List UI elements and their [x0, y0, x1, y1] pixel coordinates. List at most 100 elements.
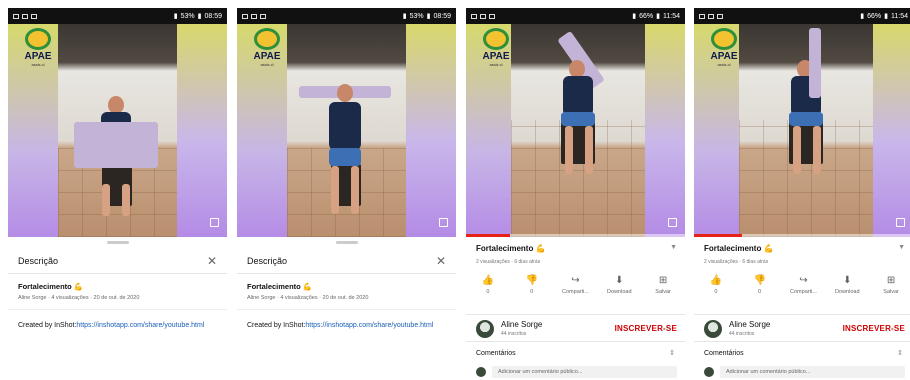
drag-handle[interactable] [106, 241, 129, 244]
towel [74, 122, 158, 168]
person [102, 184, 110, 216]
dislike-count: 0 [530, 289, 534, 295]
like-count: 0 [714, 289, 718, 295]
comment-row: Adicionar um comentário público... [476, 366, 677, 380]
add-to-playlist-icon: ⊞ [658, 275, 668, 286]
signal-icon: ▮ [632, 13, 637, 20]
download-label: Download [607, 289, 632, 295]
channel-row[interactable]: Aline Sorge 44 inscritos INSCREVER-SE [466, 314, 685, 342]
avatar [476, 367, 486, 377]
avatar[interactable] [476, 320, 494, 338]
close-icon[interactable]: ✕ [436, 254, 446, 268]
comment-input[interactable]: Adicionar um comentário público... [492, 366, 677, 378]
notification-icon [13, 13, 19, 19]
battery-icon: ▮ [656, 13, 660, 20]
video-frame [739, 24, 873, 237]
video-frame [58, 24, 177, 237]
share-label: Comparti... [790, 289, 817, 295]
apae-emblem-icon [483, 28, 509, 50]
save-button[interactable]: ⊞ Salvar [874, 275, 908, 305]
description-text: Created by InShot: [18, 322, 77, 329]
clock: 11:54 [891, 12, 908, 20]
avatar [704, 367, 714, 377]
person [585, 126, 593, 174]
download-icon: ⬇ [615, 275, 624, 286]
close-icon[interactable]: ✕ [207, 254, 217, 268]
status-bar: ▮ 66% ▮ 11:54 [694, 8, 910, 24]
subscribe-button[interactable]: INSCREVER-SE [615, 324, 677, 333]
channel-name[interactable]: Aline Sorge [501, 320, 542, 329]
video-player[interactable]: APAE assis.cl [237, 24, 456, 237]
dislike-button[interactable]: 👎 0 [515, 275, 549, 305]
dislike-button[interactable]: 👎 0 [743, 275, 777, 305]
download-icon: ⬇ [843, 275, 852, 286]
comment-input[interactable]: Adicionar um comentário público... [720, 366, 905, 378]
sort-icon[interactable]: ⇕ [897, 349, 903, 357]
video-side-gradient [873, 24, 910, 237]
signal-icon: ▮ [402, 13, 407, 20]
battery-icon: ▮ [884, 13, 888, 20]
person [351, 166, 359, 214]
like-button[interactable]: 👍 0 [471, 275, 505, 305]
person [565, 126, 573, 174]
video-meta: Aline Sorge · 4 visualizações · 20 de ou… [18, 295, 140, 301]
apae-emblem-icon [25, 28, 51, 50]
person [331, 166, 339, 214]
chevron-down-icon[interactable]: ▼ [898, 244, 905, 251]
phone-screen-4: ▮ 66% ▮ 11:54 APAE assis.cl Fortalecimento … [694, 8, 910, 380]
sheet-title: Descrição [18, 256, 59, 266]
person [122, 184, 130, 216]
channel-name[interactable]: Aline Sorge [729, 320, 770, 329]
fullscreen-icon[interactable] [439, 218, 448, 227]
battery-percent: 53% [180, 12, 195, 20]
logo-subtext: assis.cl [717, 62, 731, 67]
sort-icon[interactable]: ⇕ [669, 349, 675, 357]
phone-screen-2: ▮ 53% ▮ 08:59 APAE assis.cl Descrição ✕ For… [237, 8, 456, 380]
video-player[interactable]: APAE assis.cl [694, 24, 910, 237]
person [793, 126, 801, 174]
add-to-playlist-icon: ⊞ [886, 275, 896, 286]
video-meta: Aline Sorge · 4 visualizações · 20 de ou… [247, 295, 369, 301]
download-button[interactable]: ⬇ Download [602, 275, 636, 305]
fullscreen-icon[interactable] [896, 218, 905, 227]
channel-row[interactable]: Aline Sorge 44 inscritos INSCREVER-SE [694, 314, 910, 342]
dislike-count: 0 [758, 289, 762, 295]
whatsapp-icon [708, 13, 714, 19]
video-player[interactable]: APAE assis.cl [466, 24, 685, 237]
comments-header[interactable]: Comentários [704, 350, 744, 357]
description-text: Created by InShot: [247, 322, 306, 329]
battery-percent: 53% [409, 12, 424, 20]
signal-icon: ▮ [860, 13, 865, 20]
logo-text: APAE [710, 51, 738, 62]
description-link[interactable]: https://inshotapp.com/share/youtube.html [305, 322, 433, 329]
fullscreen-icon[interactable] [668, 218, 677, 227]
download-button[interactable]: ⬇ Download [830, 275, 864, 305]
comments-header[interactable]: Comentários [476, 350, 516, 357]
logo-subtext: assis.cl [489, 62, 503, 67]
avatar[interactable] [704, 320, 722, 338]
share-button[interactable]: ↪ Comparti... [786, 275, 820, 305]
chevron-down-icon[interactable]: ▼ [670, 244, 677, 251]
gallery-icon [260, 13, 266, 19]
description-link[interactable]: https://inshotapp.com/share/youtube.html [76, 322, 204, 329]
notification-icon [251, 13, 257, 19]
share-button[interactable]: ↪ Comparti... [558, 275, 592, 305]
save-label: Salvar [883, 289, 899, 295]
person [561, 112, 595, 126]
video-player[interactable]: APAE assis.cl [8, 24, 227, 237]
description-body: Created by InShot:https://inshotapp.com/… [247, 320, 448, 331]
like-button[interactable]: 👍 0 [699, 275, 733, 305]
subscribe-button[interactable]: INSCREVER-SE [843, 324, 905, 333]
logo-text: APAE [24, 51, 52, 62]
video-frame [287, 24, 406, 237]
like-count: 0 [486, 289, 490, 295]
phone-screen-1: ▮ 53% ▮ 08:59 APAE assis.cl Descrição ✕ For… [8, 8, 227, 380]
save-button[interactable]: ⊞ Salvar [646, 275, 680, 305]
fullscreen-icon[interactable] [210, 218, 219, 227]
thumbs-up-icon: 👍 [709, 275, 723, 286]
thumbs-down-icon: 👎 [753, 275, 766, 286]
apae-logo: APAE assis.cl [700, 28, 748, 72]
divider [237, 309, 456, 310]
thumbs-up-icon: 👍 [481, 275, 495, 286]
drag-handle[interactable] [335, 241, 358, 244]
